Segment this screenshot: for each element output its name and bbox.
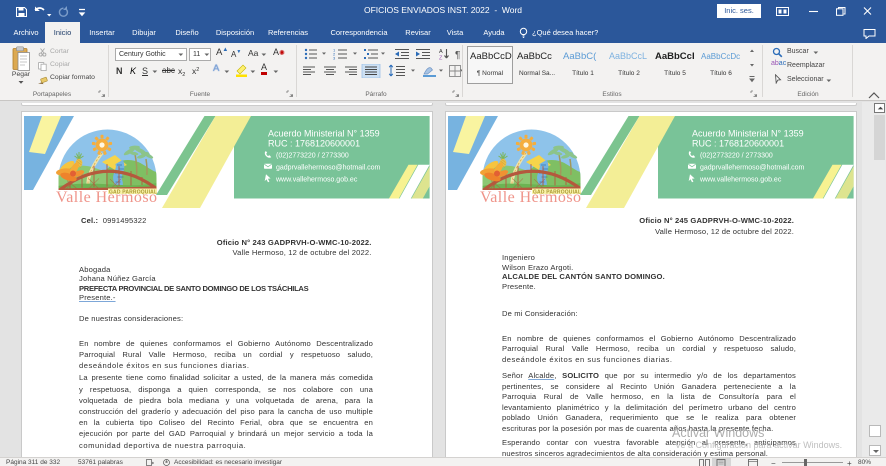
svg-text:3: 3 — [333, 56, 336, 61]
svg-text:A: A — [439, 49, 443, 55]
svg-text:Z: Z — [439, 56, 443, 61]
svg-text:¶: ¶ — [455, 50, 460, 60]
